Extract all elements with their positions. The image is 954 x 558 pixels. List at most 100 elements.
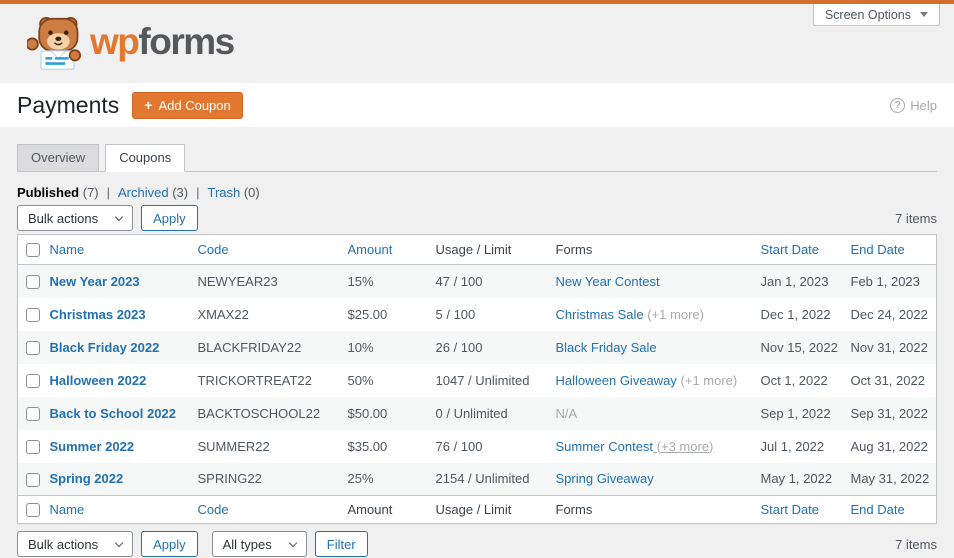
coupon-forms-cell: New Year Contest	[548, 265, 753, 298]
select-all-checkbox[interactable]	[26, 243, 40, 258]
column-header-name[interactable]: Name	[41, 495, 190, 524]
coupon-forms-cell: Halloween Giveaway (+1 more)	[548, 364, 753, 397]
filter-button[interactable]: Filter	[314, 531, 368, 557]
type-filter-select[interactable]: All types	[211, 531, 307, 557]
coupon-start-date: May 1, 2022	[760, 471, 833, 487]
add-coupon-button[interactable]: + Add Coupon	[132, 91, 243, 119]
coupon-name-link[interactable]: Halloween 2022	[50, 373, 147, 388]
coupon-start-date: Jan 1, 2023	[760, 273, 829, 289]
form-more-toggle[interactable]: (+1 more)	[677, 373, 738, 388]
status-filter-links: Published (7) | Archived (3) | Trash (0)	[17, 184, 937, 201]
coupon-forms-cell: Black Friday Sale	[548, 331, 753, 364]
coupon-end-date: May 31, 2022	[850, 471, 930, 487]
coupon-amount: 25%	[347, 471, 374, 487]
row-checkbox[interactable]	[26, 406, 40, 421]
bulk-actions-label: Bulk actions	[28, 210, 99, 226]
coupon-name-link[interactable]: New Year 2023	[50, 274, 140, 289]
row-checkbox[interactable]	[26, 439, 40, 454]
column-header-end-date[interactable]: End Date	[842, 495, 937, 524]
tab-coupons[interactable]: Coupons	[105, 144, 186, 172]
select-all-checkbox-bottom[interactable]	[26, 503, 40, 518]
coupon-forms-cell: Christmas Sale (+1 more)	[548, 298, 753, 331]
coupon-code: NEWYEAR23	[197, 273, 278, 289]
status-filter-trash[interactable]: Trash (0)	[207, 185, 259, 200]
content-area: Overview Coupons Published (7) | Archived (…	[0, 127, 954, 558]
column-header-amount[interactable]: Amount	[339, 234, 428, 265]
form-link[interactable]: Halloween Giveaway	[556, 373, 677, 388]
coupon-name-link[interactable]: Summer 2022	[50, 439, 135, 454]
wpforms-logo-text: wpforms	[90, 21, 235, 64]
coupon-row: Back to School 2022 BACKTOSCHOOL22 $50.0…	[17, 396, 937, 430]
type-filter-label: All types	[222, 536, 272, 552]
status-filter-published[interactable]: Published (7)	[17, 185, 99, 200]
column-header-code[interactable]: Code	[189, 234, 340, 265]
coupon-row: Summer 2022 SUMMER22 $35.00 76 / 100 Sum…	[18, 430, 937, 463]
form-more-toggle[interactable]: (+3 more)	[653, 439, 714, 454]
apply-button[interactable]: Apply	[141, 205, 198, 231]
coupon-amount: $50.00	[347, 405, 388, 421]
coupon-code: XMAX22	[197, 306, 249, 322]
page-title: Payments	[17, 91, 120, 118]
help-question-icon: ?	[890, 97, 906, 113]
row-checkbox[interactable]	[26, 373, 40, 388]
coupon-amount: 10%	[347, 339, 374, 355]
column-header-start-date[interactable]: Start Date	[752, 234, 843, 265]
coupon-name-link[interactable]: Back to School 2022	[50, 406, 176, 421]
logo-forms: forms	[138, 21, 235, 62]
coupon-start-date: Nov 15, 2022	[760, 339, 838, 355]
form-link[interactable]: Summer Contest	[556, 439, 654, 454]
coupon-code: SPRING22	[197, 471, 262, 487]
top-toolbar: Bulk actions Apply 7 items	[17, 204, 937, 232]
coupon-start-date: Dec 1, 2022	[760, 306, 831, 322]
coupon-usage: 26 / 100	[435, 339, 483, 355]
coupon-name-link[interactable]: Christmas 2023	[50, 307, 146, 322]
screen-options-button[interactable]: Screen Options	[812, 4, 940, 26]
chevron-down-icon	[114, 212, 124, 221]
column-header-forms: Forms	[547, 234, 753, 265]
bulk-actions-select[interactable]: Bulk actions	[17, 205, 134, 231]
help-link[interactable]: ? Help	[890, 97, 937, 113]
coupon-end-date: Nov 31, 2022	[850, 339, 928, 355]
filter-separator: |	[106, 185, 111, 200]
bulk-actions-select-bottom[interactable]: Bulk actions	[17, 531, 134, 557]
form-link[interactable]: New Year Contest	[556, 274, 660, 289]
row-checkbox[interactable]	[26, 472, 40, 487]
coupon-name-link[interactable]: Spring 2022	[50, 471, 124, 486]
coupon-usage: 0 / Unlimited	[435, 405, 508, 421]
coupon-end-date: Oct 31, 2022	[850, 372, 925, 388]
items-count-bottom: 7 items	[895, 536, 937, 552]
coupon-start-date: Jul 1, 2022	[760, 438, 825, 454]
bulk-actions-label: Bulk actions	[28, 536, 99, 552]
row-checkbox[interactable]	[26, 275, 40, 290]
coupon-start-date: Sep 1, 2022	[760, 405, 831, 421]
coupon-code: SUMMER22	[197, 438, 270, 454]
row-checkbox[interactable]	[26, 307, 40, 322]
bottom-toolbar: Bulk actions Apply All types Filter 7 it…	[17, 530, 937, 558]
coupon-code: BLACKFRIDAY22	[197, 339, 302, 355]
coupon-amount: $25.00	[347, 306, 388, 322]
form-more-toggle[interactable]: (+1 more)	[644, 307, 704, 322]
column-header-code[interactable]: Code	[189, 495, 340, 524]
row-checkbox[interactable]	[26, 340, 40, 355]
table-body: New Year 2023 NEWYEAR23 15% 47 / 100 New…	[17, 264, 937, 496]
coupon-code: BACKTOSCHOOL22	[197, 405, 321, 421]
tab-overview[interactable]: Overview	[17, 144, 100, 172]
coupon-start-date: Oct 1, 2022	[760, 372, 828, 388]
column-header-usage-limit: Usage / Limit	[427, 495, 548, 524]
column-header-end-date[interactable]: End Date	[842, 234, 937, 265]
column-header-usage-limit: Usage / Limit	[427, 234, 548, 265]
coupon-end-date: Aug 31, 2022	[850, 438, 928, 454]
table-header: Name Code Amount Usage / Limit Forms Start Da…	[17, 234, 937, 265]
wpforms-header: wpforms	[0, 4, 954, 83]
apply-button-bottom[interactable]: Apply	[141, 531, 198, 557]
form-link[interactable]: Christmas Sale	[556, 307, 644, 322]
wpforms-payments-page: Screen Options wpforms Payments + Add Co…	[0, 0, 954, 558]
form-link[interactable]: Spring Giveaway	[556, 471, 654, 486]
form-link[interactable]: Black Friday Sale	[556, 340, 657, 355]
coupon-amount: 50%	[347, 372, 374, 388]
coupon-forms-cell: Spring Giveaway	[548, 463, 753, 496]
status-filter-archived[interactable]: Archived (3)	[118, 185, 188, 200]
column-header-name[interactable]: Name	[41, 234, 190, 265]
coupon-name-link[interactable]: Black Friday 2022	[50, 340, 160, 355]
column-header-start-date[interactable]: Start Date	[752, 495, 843, 524]
